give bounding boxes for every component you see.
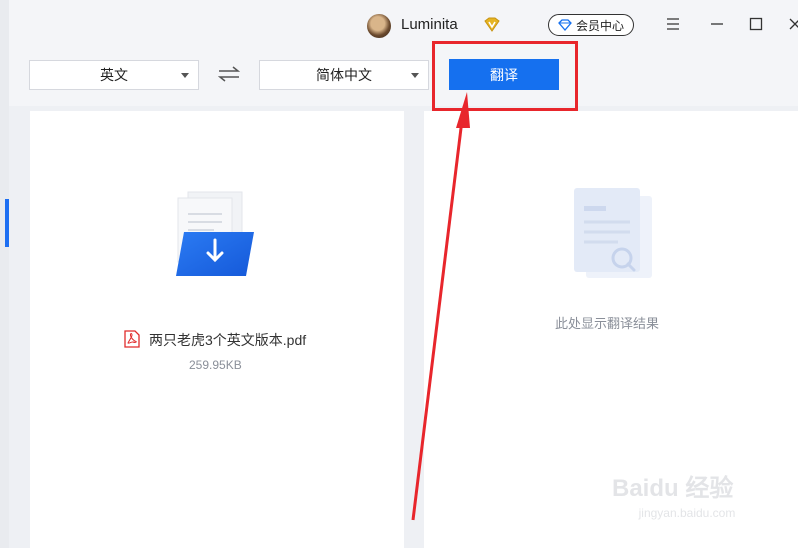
baidu-watermark: Baidu 经验 jingyan.baidu.com [612,460,762,530]
left-edge [0,0,9,548]
file-name: 两只老虎3个英文版本.pdf [149,332,307,348]
document-search-icon [574,188,652,278]
target-language-select[interactable]: 简体中文 [259,60,429,90]
watermark-url: jingyan.baidu.com [638,506,736,520]
target-language-value: 简体中文 [316,67,372,83]
file-size: 259.95KB [189,358,242,372]
vip-badge-icon[interactable] [482,15,502,35]
left-edge-indicator [5,199,9,247]
close-icon[interactable] [785,14,798,34]
maximize-icon[interactable] [746,14,766,34]
member-center-label: 会员中心 [575,18,624,33]
watermark-logo-text: Baidu 经验 [612,475,734,502]
chevron-down-icon [411,73,419,78]
uploaded-file-icon [176,191,254,276]
result-placeholder: 此处显示翻译结果 [555,316,660,331]
menu-icon[interactable] [663,14,683,34]
minimize-icon[interactable] [707,14,727,34]
avatar[interactable] [367,14,391,38]
highlight-box [432,41,578,111]
chevron-down-icon [181,73,189,78]
source-language-select[interactable]: 英文 [29,60,199,90]
diamond-icon [558,19,572,31]
username[interactable]: Luminita [401,16,458,33]
member-center-button[interactable]: 会员中心 [548,14,634,36]
swap-languages-icon[interactable] [218,66,240,82]
source-language-value: 英文 [100,67,128,83]
pdf-file-icon [124,330,140,348]
